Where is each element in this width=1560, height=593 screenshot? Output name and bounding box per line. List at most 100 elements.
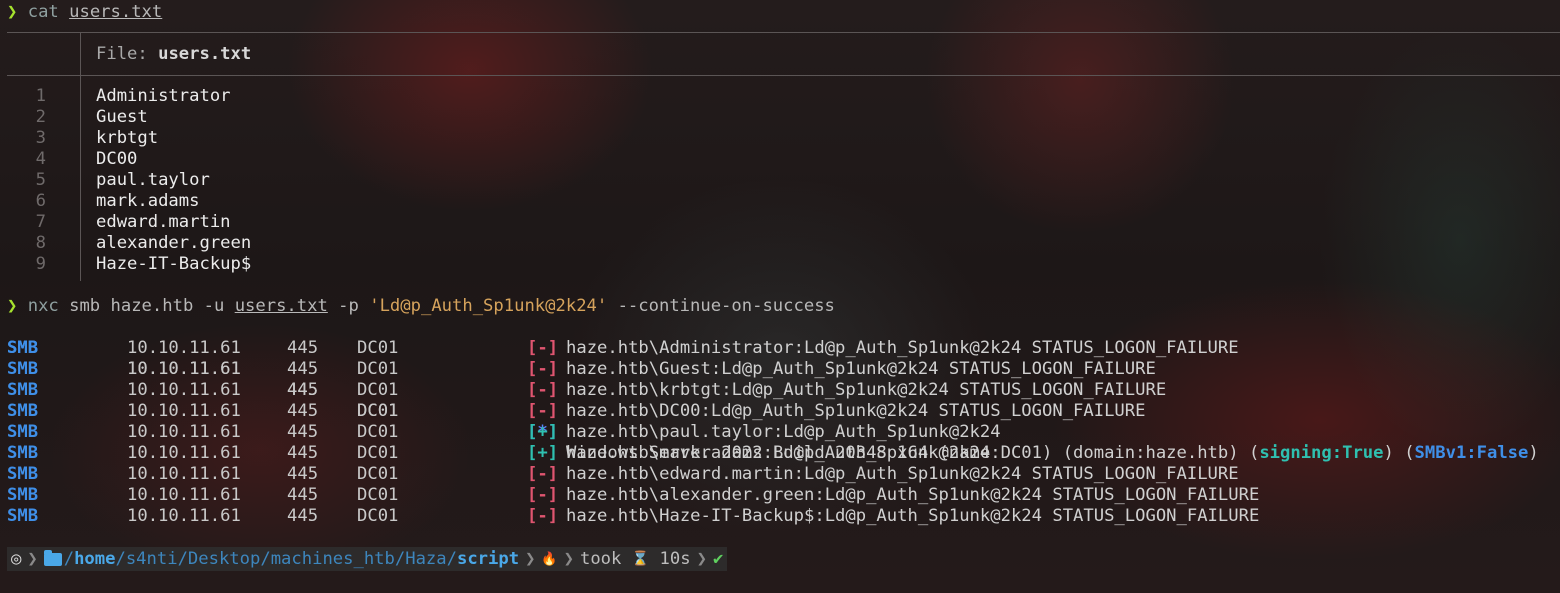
smb-result-row: SMB 10.10.11.61 445 DC01 [-] haze.htb\edward.…	[0, 464, 1560, 485]
smb-ip: 10.10.11.61	[127, 380, 241, 400]
smb-status-failure: [-]	[527, 485, 559, 505]
smb-ip: 10.10.11.61	[127, 443, 241, 463]
segment-separator-icon: ❯	[525, 549, 536, 569]
segment-separator-icon: ❯	[696, 549, 707, 569]
smb-host: DC01	[357, 380, 399, 400]
smb-host: DC01	[357, 422, 399, 442]
took-label: took	[579, 549, 622, 569]
duration-value: 10s	[659, 549, 691, 569]
os-logo-icon: ◎	[11, 549, 22, 569]
smb-proto: SMB	[7, 401, 39, 421]
duration-segment: took ⌛ 10s	[576, 547, 695, 571]
file-line-text: Administrator	[96, 86, 231, 106]
line-number: 9	[35, 254, 46, 274]
file-header-name: users.txt	[158, 44, 252, 64]
smb-message: haze.htb\edward.martin:Ld@p_Auth_Sp1unk@…	[566, 464, 1239, 484]
segment-separator-icon: ❯	[27, 549, 38, 569]
file-header-label: File:	[96, 44, 159, 64]
smb-port: 445	[287, 506, 319, 526]
line-number: 4	[35, 149, 46, 169]
command-args: --continue-on-success	[607, 296, 835, 316]
command-name: cat	[27, 2, 59, 22]
command-file-arg: users.txt	[69, 2, 163, 22]
smb-ip: 10.10.11.61	[127, 506, 241, 526]
path-root: /	[63, 549, 75, 569]
smb-status-failure: [-]	[527, 338, 559, 358]
file-line-text: Guest	[96, 107, 148, 127]
smb-ip: 10.10.11.61	[127, 464, 241, 484]
path-middle: /s4nti/Desktop/machines_htb/Haza/	[115, 549, 457, 569]
file-view-gutter-divider	[80, 75, 81, 281]
smb-message: haze.htb\Administrator:Ld@p_Auth_Sp1unk@…	[566, 338, 1239, 358]
smb-info-row: SMB 10.10.11.61 445 DC01 [*] Windows Ser…	[0, 317, 1560, 463]
smb-host: DC01	[357, 506, 399, 526]
line-number: 2	[35, 107, 46, 127]
prompt-arrow-icon: ❯	[7, 296, 18, 316]
smb-message: haze.htb\Haze-IT-Backup$:Ld@p_Auth_Sp1un…	[566, 506, 1260, 526]
smb-status-success: [+]	[527, 422, 559, 442]
smb-message: haze.htb\alexander.green:Ld@p_Auth_Sp1un…	[566, 485, 1260, 505]
command-file-arg: users.txt	[234, 296, 328, 316]
smb-host: DC01	[357, 443, 399, 463]
smb-proto: SMB	[7, 443, 39, 463]
path-home: home	[74, 549, 116, 569]
success-check-icon: ✔	[712, 549, 724, 569]
command-args: smb haze.htb -u	[58, 296, 235, 316]
file-line-text: mark.adams	[96, 191, 200, 211]
smb-result-row: SMB 10.10.11.61 445 DC01 [-] haze.htb\alexand…	[0, 485, 1560, 506]
smb-port: 445	[287, 443, 319, 463]
smb-port: 445	[287, 380, 319, 400]
smb-port: 445	[287, 464, 319, 484]
smb-host: DC01	[357, 401, 399, 421]
smb-proto: SMB	[7, 506, 39, 526]
file-line-text: edward.martin	[96, 212, 231, 232]
prompt-line-cat: ❯ cat users.txt	[7, 2, 162, 23]
smb-proto: SMB	[7, 464, 39, 484]
smb-result-row: SMB 10.10.11.61 445 DC01 [-] haze.htb\krbtgt:…	[0, 380, 1560, 401]
line-number: 6	[35, 191, 46, 211]
smb-message: haze.htb\krbtgt:Ld@p_Auth_Sp1unk@2k24 ST…	[566, 380, 1167, 400]
smb-port: 445	[287, 359, 319, 379]
file-line-text: DC00	[96, 149, 138, 169]
smb-proto: SMB	[7, 485, 39, 505]
hourglass-icon: ⌛	[631, 551, 650, 567]
smb-proto: SMB	[7, 338, 39, 358]
file-line-text: krbtgt	[96, 128, 159, 148]
smb-result-row: SMB 10.10.11.61 445 DC01 [+] haze.htb\paul.ta…	[0, 422, 1560, 443]
smb-message: haze.htb\Guest:Ld@p_Auth_Sp1unk@2k24 STA…	[566, 359, 1156, 379]
smb-result-row: SMB 10.10.11.61 445 DC01 [-] haze.htb\Guest:L…	[0, 359, 1560, 380]
smb-host: DC01	[357, 359, 399, 379]
command-name: nxc	[27, 296, 59, 316]
smb-port: 445	[287, 422, 319, 442]
smb-result-row: SMB 10.10.11.61 445 DC01 [+] haze.htb\mark.ad…	[0, 443, 1560, 464]
path-segment: / home/s4nti/Desktop/machines_htb/Haza/sc…	[40, 547, 523, 571]
smb-status-success: [+]	[527, 443, 559, 463]
line-number: 8	[35, 233, 46, 253]
smb-status-failure: [-]	[527, 380, 559, 400]
smb-status-failure: [-]	[527, 401, 559, 421]
command-args: -p	[327, 296, 370, 316]
smb-result-row: SMB 10.10.11.61 445 DC01 [-] haze.htb\DC00:Ld…	[0, 401, 1560, 422]
segment-separator-icon: ❯	[563, 549, 574, 569]
smb-message: haze.htb\DC00:Ld@p_Auth_Sp1unk@2k24 STAT…	[566, 401, 1146, 421]
line-number: 7	[35, 212, 46, 232]
file-view-header-border	[7, 75, 1560, 76]
smb-status-failure: [-]	[527, 506, 559, 526]
path-leaf: script	[456, 549, 520, 569]
file-line-text: alexander.green	[96, 233, 252, 253]
line-number: 1	[35, 86, 46, 106]
smb-port: 445	[287, 485, 319, 505]
file-view-top-border	[7, 32, 1560, 33]
smb-message: haze.htb\mark.adams:Ld@p_Auth_Sp1unk@2k2…	[566, 443, 991, 463]
smb-ip: 10.10.11.61	[127, 359, 241, 379]
fire-icon: 🔥	[541, 551, 558, 567]
smb-status-failure: [-]	[527, 359, 559, 379]
smb-ip: 10.10.11.61	[127, 422, 241, 442]
prompt-arrow-icon: ❯	[7, 2, 18, 22]
smb-ip: 10.10.11.61	[127, 485, 241, 505]
terminal[interactable]: ❯ cat users.txt File: users.txt 1 Adminis…	[0, 0, 1560, 593]
file-view-gutter-header-divider	[80, 32, 81, 76]
command-password-arg: 'Ld@p_Auth_Sp1unk@2k24'	[369, 296, 608, 316]
line-number: 5	[35, 170, 46, 190]
smb-ip: 10.10.11.61	[127, 401, 241, 421]
